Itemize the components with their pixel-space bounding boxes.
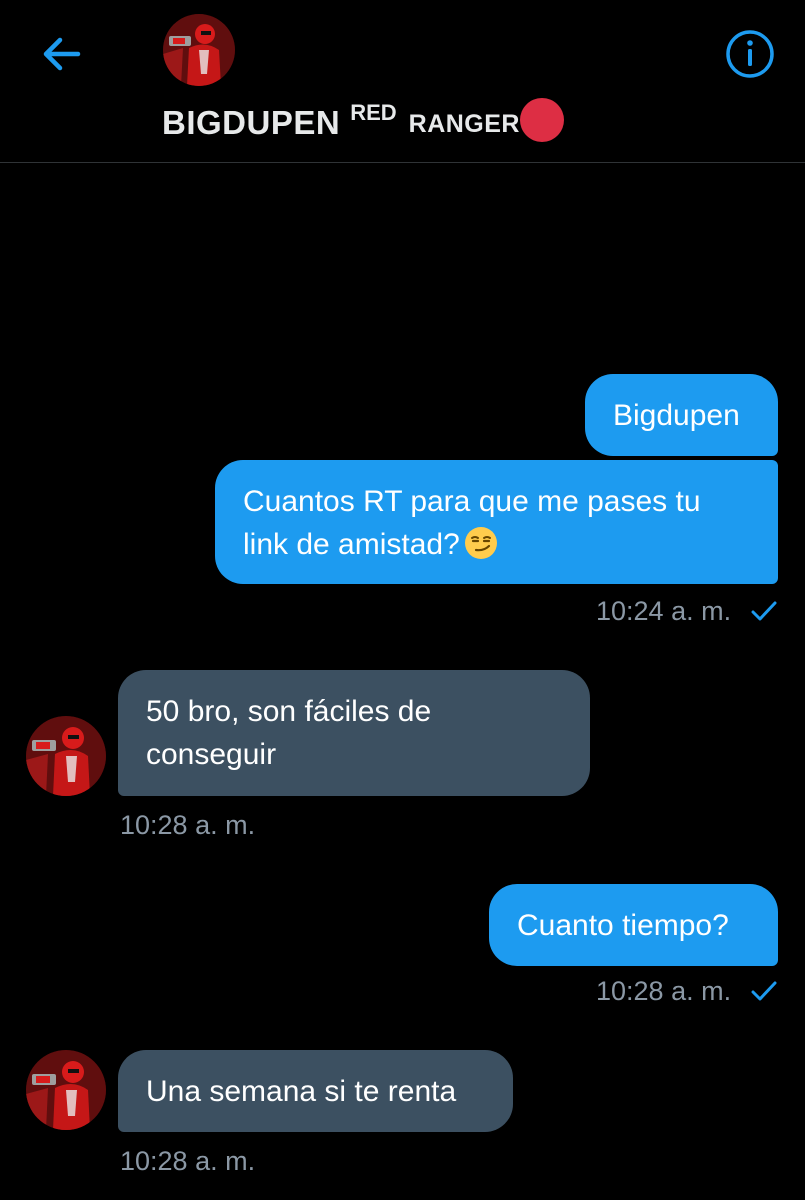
avatar[interactable] [26, 1050, 106, 1130]
avatar[interactable] [163, 14, 235, 86]
message-timestamp: 10:28 a. m. [120, 1146, 256, 1176]
message-bubble-outgoing[interactable]: Bigdupen [585, 374, 778, 456]
info-button[interactable] [724, 28, 776, 80]
red-ranger-avatar-image [26, 1050, 106, 1130]
message-bubble-outgoing[interactable]: Cuanto tiempo? [489, 884, 778, 966]
message-timestamp: 10:24 a. m. [596, 596, 732, 626]
arrow-left-icon [43, 37, 81, 71]
red-ranger-avatar-image [163, 14, 235, 86]
title-tail: RANGER [408, 110, 520, 138]
conversation-header: BIGDUPEN RED RANGER [0, 0, 805, 163]
checkmark-icon [751, 601, 777, 621]
conversation-title: BIGDUPEN RED RANGER [162, 98, 564, 144]
smirking-face-emoji [464, 527, 497, 559]
message-bubble-incoming[interactable]: 50 bro, son fáciles de conseguir [118, 670, 590, 796]
message-text: Una semana si te renta [146, 1075, 457, 1108]
title-superscript: RED [350, 100, 397, 125]
red-circle-emoji [519, 98, 564, 142]
message-timestamp: 10:28 a. m. [120, 810, 256, 840]
back-button[interactable] [38, 30, 86, 78]
message-bubble-outgoing[interactable]: Cuantos RT para que me pases tu link de … [215, 460, 778, 584]
message-text: Bigdupen [613, 399, 740, 432]
message-bubble-incoming[interactable]: Una semana si te renta [118, 1050, 513, 1132]
title-main: BIGDUPEN [162, 104, 341, 141]
message-text: 50 bro, son fáciles de conseguir [146, 695, 432, 771]
checkmark-icon [751, 981, 777, 1001]
red-ranger-avatar-image [26, 716, 106, 796]
info-icon [726, 30, 774, 78]
avatar[interactable] [26, 716, 106, 796]
message-text: Cuanto tiempo? [517, 909, 729, 942]
message-timestamp: 10:28 a. m. [596, 976, 732, 1006]
